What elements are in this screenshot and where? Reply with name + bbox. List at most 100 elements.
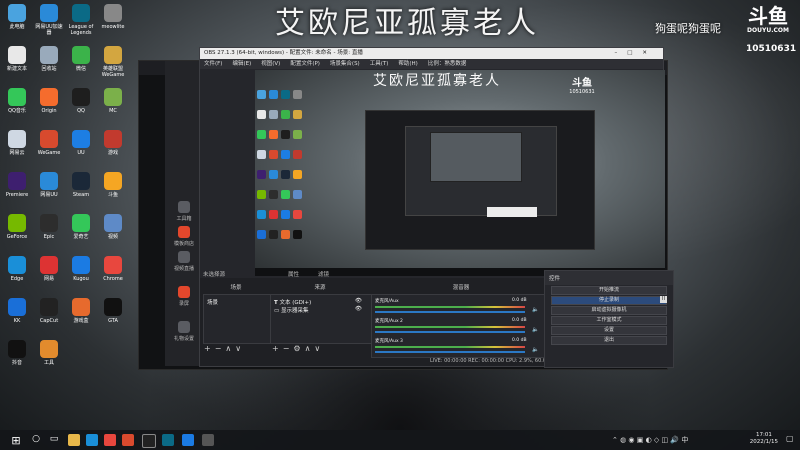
- obs-taskbar-icon[interactable]: [142, 434, 156, 448]
- desktop-icon-label: League of Legends: [68, 24, 94, 36]
- desktop-icon[interactable]: Epic: [34, 214, 64, 240]
- dy-item-template[interactable]: 模板商店: [165, 226, 203, 247]
- desktop-icon[interactable]: GTA: [98, 298, 128, 324]
- desktop-icon[interactable]: Chrome: [98, 256, 128, 282]
- desktop-icon[interactable]: QQ: [66, 88, 96, 114]
- league-icon[interactable]: [162, 434, 174, 446]
- menu-item[interactable]: 视图(V): [261, 61, 280, 67]
- app-icon: [8, 256, 26, 274]
- filters-button[interactable]: 滤镜: [318, 270, 329, 278]
- menu-item[interactable]: 配置文件(P): [290, 61, 320, 67]
- scenes-list[interactable]: 场景: [203, 294, 271, 344]
- toolbox-icon: [178, 201, 190, 213]
- control-button[interactable]: 设置: [551, 326, 667, 335]
- pause-icon[interactable]: II: [660, 296, 667, 303]
- file-explorer-icon[interactable]: [68, 434, 80, 446]
- search-icon[interactable]: ○: [30, 434, 42, 446]
- desktop-icon[interactable]: 斗鱼: [98, 172, 128, 198]
- preview-app-icon: [269, 130, 278, 139]
- desktop-icon[interactable]: QQ音乐: [2, 88, 32, 114]
- app-icon[interactable]: [122, 434, 134, 446]
- control-button[interactable]: 启动虚拟摄像机: [551, 306, 667, 315]
- desktop-icon[interactable]: Kugou: [66, 256, 96, 282]
- desktop-icon[interactable]: meowlite: [98, 4, 128, 30]
- desktop-icon[interactable]: 此电脑: [2, 4, 32, 30]
- menu-item[interactable]: 比例：熟悉数据: [428, 61, 467, 67]
- volume-slider[interactable]: [375, 351, 525, 353]
- desktop-icon[interactable]: League of Legends: [66, 4, 96, 36]
- app-icon: [104, 256, 122, 274]
- volume-slider[interactable]: [375, 311, 525, 313]
- dy-item-video-live[interactable]: 视频直播: [165, 251, 203, 272]
- system-tray-icons[interactable]: ⌃ ◍ ◉ ▣ ◐ ◇ ◫ 🔊 中: [612, 435, 688, 445]
- desktop-icon[interactable]: 游戏盒: [66, 298, 96, 324]
- dy-item-gift[interactable]: 礼物设置: [165, 321, 203, 342]
- notification-icon[interactable]: ▢: [786, 434, 796, 446]
- desktop-icon[interactable]: Premiere: [2, 172, 32, 198]
- desktop-icon[interactable]: 回收站: [34, 46, 64, 72]
- desktop-icon[interactable]: UU: [66, 130, 96, 156]
- desktop-icon[interactable]: 爱奇艺: [66, 214, 96, 240]
- preview-app-icon: [257, 210, 266, 219]
- menu-item[interactable]: 帮助(H): [398, 61, 417, 67]
- desktop-icon[interactable]: 英雄联盟WeGame: [98, 46, 128, 78]
- obs-preview[interactable]: 艾欧尼亚孤寡老人 斗鱼 10510631: [255, 70, 665, 276]
- scene-toolbar[interactable]: +−∧∨: [204, 344, 245, 353]
- desktop-icon[interactable]: 微信: [66, 46, 96, 72]
- menu-item[interactable]: 工具(T): [370, 61, 389, 67]
- control-button[interactable]: 退出: [551, 336, 667, 345]
- desktop-icon[interactable]: 视频: [98, 214, 128, 240]
- desktop-icon[interactable]: GeForce: [2, 214, 32, 240]
- window-controls[interactable]: –□✕: [614, 48, 657, 59]
- desktop-icon[interactable]: 游戏: [98, 130, 128, 156]
- scene-item[interactable]: 场景: [207, 298, 218, 306]
- preview-app-icon: [257, 230, 266, 239]
- desktop-icon[interactable]: 网易: [34, 256, 64, 282]
- desktop-icon[interactable]: 抖音: [2, 340, 32, 366]
- obs-titlebar[interactable]: OBS 27.1.3 (64-bit, windows) - 配置文件: 未命名…: [200, 48, 663, 59]
- source-item-text[interactable]: T 文本 (GDI+): [274, 298, 311, 306]
- control-button[interactable]: 停止录制: [551, 296, 667, 305]
- source-toolbar[interactable]: +−⚙∧∨: [272, 344, 324, 353]
- task-view-icon[interactable]: ▭: [48, 434, 60, 446]
- desktop-icon[interactable]: Origin: [34, 88, 64, 114]
- sources-list[interactable]: T 文本 (GDI+) ▭ 显示器采集 👁 👁: [270, 294, 372, 344]
- visibility-eye-icon[interactable]: 👁: [355, 306, 362, 312]
- desktop-icon[interactable]: CapCut: [34, 298, 64, 324]
- edge-icon[interactable]: [86, 434, 98, 446]
- desktop-icons: 此电脑 网易UU加速器 League of Legends meowlite 新建文本 回…: [0, 0, 135, 430]
- menu-item[interactable]: 场景集合(S): [330, 61, 360, 67]
- desktop-icon[interactable]: 网易云: [2, 130, 32, 156]
- volume-slider[interactable]: [375, 331, 525, 333]
- desktop-icon[interactable]: 网易UU加速器: [34, 4, 64, 36]
- desktop-icon[interactable]: Edge: [2, 256, 32, 282]
- controls-dock: 控件 开始推流 停止录制 启动虚拟摄像机 工作室模式 设置 退出 II: [544, 270, 674, 368]
- chrome-icon[interactable]: [104, 434, 116, 446]
- menu-item[interactable]: 文件(F): [204, 61, 222, 67]
- menu-item[interactable]: 编辑(E): [232, 61, 251, 67]
- visibility-eye-icon[interactable]: 👁: [355, 298, 362, 304]
- preview-app-icon: [257, 170, 266, 179]
- app-icon[interactable]: [202, 434, 214, 446]
- speaker-icon[interactable]: 🔈: [532, 327, 539, 333]
- desktop-icon[interactable]: MC: [98, 88, 128, 114]
- app-icon: [104, 46, 122, 64]
- source-item-display[interactable]: ▭ 显示器采集: [274, 306, 308, 314]
- desktop-icon[interactable]: KK: [2, 298, 32, 324]
- desktop-icon[interactable]: 工具: [34, 340, 64, 366]
- desktop-icon[interactable]: 新建文本: [2, 46, 32, 72]
- control-button[interactable]: 工作室模式: [551, 316, 667, 325]
- audio-mixer: 麦克风/Aux 0.0 dB 🔈 麦克风/Aux 2 0.0 dB 🔈 麦克风/Aux 3 0…: [371, 294, 553, 358]
- desktop-icon[interactable]: WeGame: [34, 130, 64, 156]
- speaker-icon[interactable]: 🔈: [532, 347, 539, 353]
- control-button[interactable]: 开始推流: [551, 286, 667, 295]
- desktop-icon[interactable]: 网易UU: [34, 172, 64, 198]
- dy-item-toolbox[interactable]: 工具箱: [165, 201, 203, 222]
- speaker-icon[interactable]: 🔈: [532, 307, 539, 313]
- dy-item-record[interactable]: 录屏: [165, 286, 203, 307]
- clock[interactable]: 17:01 2022/1/15: [750, 432, 778, 446]
- desktop-icon[interactable]: Steam: [66, 172, 96, 198]
- windows-start-icon[interactable]: ⊞: [10, 434, 22, 447]
- properties-button[interactable]: 属性: [288, 270, 299, 278]
- app-icon[interactable]: [182, 434, 194, 446]
